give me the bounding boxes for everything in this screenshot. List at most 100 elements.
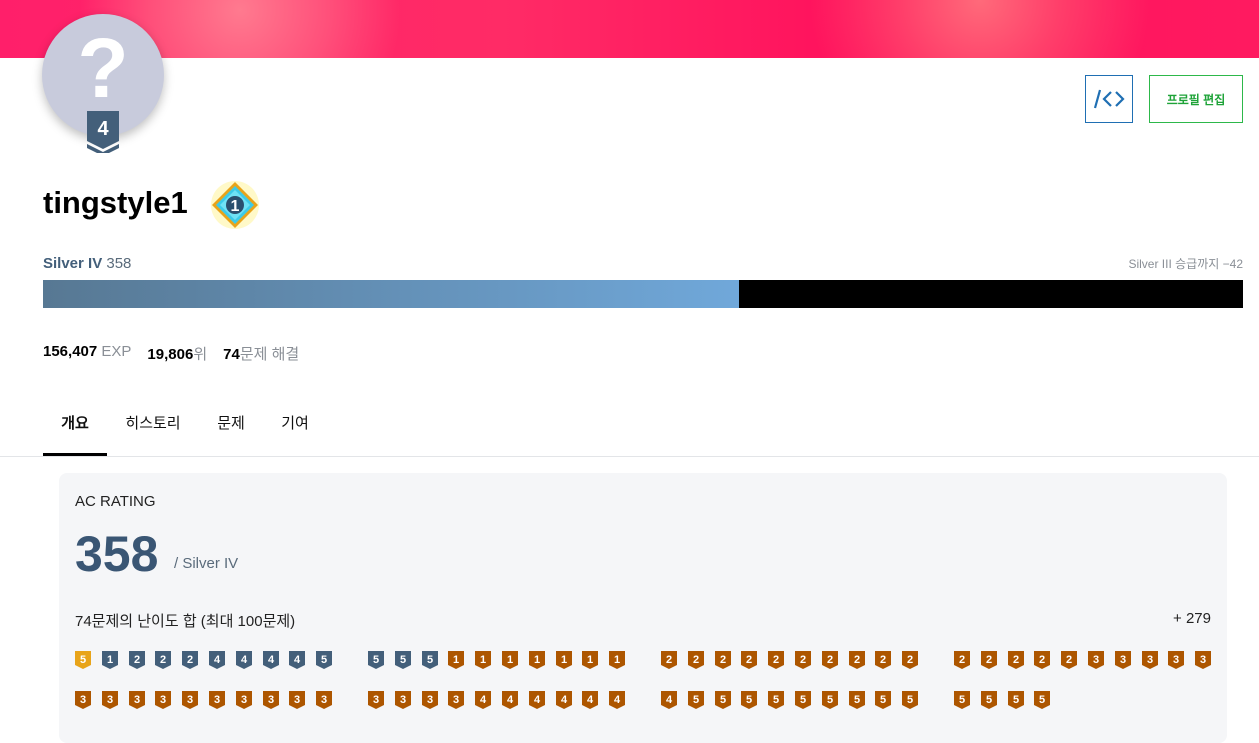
- problem-tier-badge[interactable]: 2: [128, 651, 145, 670]
- problem-tier-badge[interactable]: 2: [902, 651, 919, 670]
- problem-tier-badge[interactable]: 5: [368, 651, 384, 670]
- problem-tier-badge[interactable]: 2: [768, 651, 785, 670]
- problem-tier-badge[interactable]: 5: [902, 691, 919, 710]
- problem-tier-badge[interactable]: 2: [741, 651, 758, 670]
- tab-history[interactable]: 히스토리: [107, 402, 199, 456]
- problem-tier-badge[interactable]: 5: [1034, 691, 1051, 710]
- problem-tier-badge[interactable]: 5: [75, 651, 91, 670]
- exp-label: EXP: [101, 343, 132, 360]
- problem-tier-badge[interactable]: 5: [1007, 691, 1024, 710]
- problem-tier-badge[interactable]: 1: [448, 651, 465, 670]
- problem-tier-badge[interactable]: 3: [1114, 651, 1131, 670]
- problem-tier-badge[interactable]: 4: [209, 651, 225, 670]
- problem-tier-badge[interactable]: 4: [661, 691, 677, 710]
- problem-tier-level: 5: [827, 694, 833, 706]
- problem-tier-badge[interactable]: 2: [714, 651, 731, 670]
- tab-problems[interactable]: 문제: [199, 402, 263, 456]
- problem-tier-badge[interactable]: 4: [555, 691, 572, 710]
- problem-tier-badge[interactable]: 4: [235, 651, 252, 670]
- problem-tier-badge[interactable]: 5: [394, 651, 411, 670]
- tier-badge-icon: 4: [87, 111, 119, 153]
- code-button[interactable]: [1085, 75, 1133, 123]
- problem-tier-level: 5: [1013, 694, 1019, 706]
- problem-tier-badge[interactable]: 5: [768, 691, 785, 710]
- problem-tier-badge[interactable]: 3: [1168, 651, 1185, 670]
- problem-tier-badge[interactable]: 5: [875, 691, 892, 710]
- problem-tier-level: 3: [1200, 654, 1206, 666]
- problem-tier-level: 2: [773, 654, 779, 666]
- problem-tier-badge[interactable]: 3: [128, 691, 145, 710]
- problem-tier-badge[interactable]: 2: [795, 651, 811, 670]
- problem-tier-badge[interactable]: 2: [661, 651, 677, 670]
- problem-tier-badge[interactable]: 3: [235, 691, 252, 710]
- problem-tier-badge[interactable]: 2: [875, 651, 892, 670]
- problem-tier-badge[interactable]: 3: [394, 691, 411, 710]
- problem-tier-badge[interactable]: 5: [421, 651, 438, 670]
- problem-tier-badge[interactable]: 5: [954, 691, 970, 710]
- problem-tier-badge[interactable]: 2: [155, 651, 172, 670]
- problem-tier-badge[interactable]: 2: [848, 651, 865, 670]
- problem-tier-badge[interactable]: 3: [182, 691, 199, 710]
- problem-tier-badge[interactable]: 1: [609, 651, 626, 670]
- problem-tier-level: 3: [321, 694, 327, 706]
- problem-tier-badge[interactable]: 2: [1061, 651, 1078, 670]
- problem-tier-badge[interactable]: 3: [368, 691, 384, 710]
- problem-tier-level: 1: [480, 654, 486, 666]
- problem-tier-badge[interactable]: 4: [582, 691, 599, 710]
- tab-contributions[interactable]: 기여: [263, 402, 327, 456]
- problem-tier-badge[interactable]: 2: [1007, 651, 1024, 670]
- problem-tier-badge[interactable]: 5: [848, 691, 865, 710]
- promotion-remaining: Silver III 승급까지 −42: [1128, 257, 1243, 271]
- problem-tier-badge[interactable]: 5: [741, 691, 758, 710]
- rating-progress-bar: [43, 280, 1243, 308]
- problem-tier-badge[interactable]: 3: [209, 691, 225, 710]
- problem-tier-badge[interactable]: 1: [582, 651, 599, 670]
- tabs-divider: [0, 456, 1259, 457]
- tab-overview[interactable]: 개요: [43, 402, 107, 456]
- problem-tier-badge[interactable]: 4: [475, 691, 492, 710]
- problem-tier-badge[interactable]: 4: [609, 691, 626, 710]
- edit-profile-button[interactable]: 프로필 편집: [1149, 75, 1243, 123]
- problem-tier-badge[interactable]: 5: [821, 691, 838, 710]
- problem-tier-badge[interactable]: 5: [714, 691, 731, 710]
- problem-tier-badge[interactable]: 3: [289, 691, 306, 710]
- problem-tier-level: 3: [1120, 654, 1126, 666]
- problem-tier-badge[interactable]: 5: [980, 691, 997, 710]
- problem-tier-badge[interactable]: 1: [502, 651, 518, 670]
- problem-tier-badge[interactable]: 3: [316, 691, 333, 710]
- problem-tier-badge[interactable]: 5: [687, 691, 704, 710]
- problem-tier-level: 1: [534, 654, 540, 666]
- problem-tier-badge[interactable]: 3: [155, 691, 172, 710]
- problem-tier-badge[interactable]: 4: [289, 651, 306, 670]
- problem-tier-badge[interactable]: 3: [75, 691, 91, 710]
- problem-tier-badge[interactable]: 1: [555, 651, 572, 670]
- problem-tier-level: 5: [720, 694, 726, 706]
- code-icon: [1093, 89, 1125, 109]
- problem-tier-badge[interactable]: 2: [980, 651, 997, 670]
- problem-tier-badge[interactable]: 3: [1088, 651, 1104, 670]
- problem-tier-badge[interactable]: 3: [421, 691, 438, 710]
- problem-tier-badge[interactable]: 2: [1034, 651, 1051, 670]
- problem-tier-badge[interactable]: 2: [954, 651, 970, 670]
- problem-tier-badge[interactable]: 4: [262, 651, 279, 670]
- problem-tier-badge[interactable]: 3: [1195, 651, 1212, 670]
- problem-tier-badge[interactable]: 1: [101, 651, 118, 670]
- problem-tier-badge[interactable]: 5: [316, 651, 333, 670]
- problem-tier-badge[interactable]: 1: [528, 651, 545, 670]
- problem-tier-badge[interactable]: 3: [1141, 651, 1158, 670]
- problem-tier-level: 5: [693, 694, 699, 706]
- problem-tier-level: 2: [880, 654, 886, 666]
- problem-tier-badge[interactable]: 5: [795, 691, 811, 710]
- problem-tier-badge[interactable]: 3: [101, 691, 118, 710]
- problem-tier-badge[interactable]: 3: [448, 691, 465, 710]
- problem-tier-badge[interactable]: 2: [687, 651, 704, 670]
- problem-tier-badge[interactable]: 2: [182, 651, 199, 670]
- problem-tier-badge[interactable]: 4: [528, 691, 545, 710]
- problem-tier-badge[interactable]: 3: [262, 691, 279, 710]
- problem-tier-level: 2: [1066, 654, 1072, 666]
- tier-badge-level: 4: [97, 118, 109, 140]
- problem-tier-badge[interactable]: 1: [475, 651, 492, 670]
- problem-tier-badge[interactable]: 4: [502, 691, 518, 710]
- problem-tier-level: 1: [561, 654, 567, 666]
- problem-tier-badge[interactable]: 2: [821, 651, 838, 670]
